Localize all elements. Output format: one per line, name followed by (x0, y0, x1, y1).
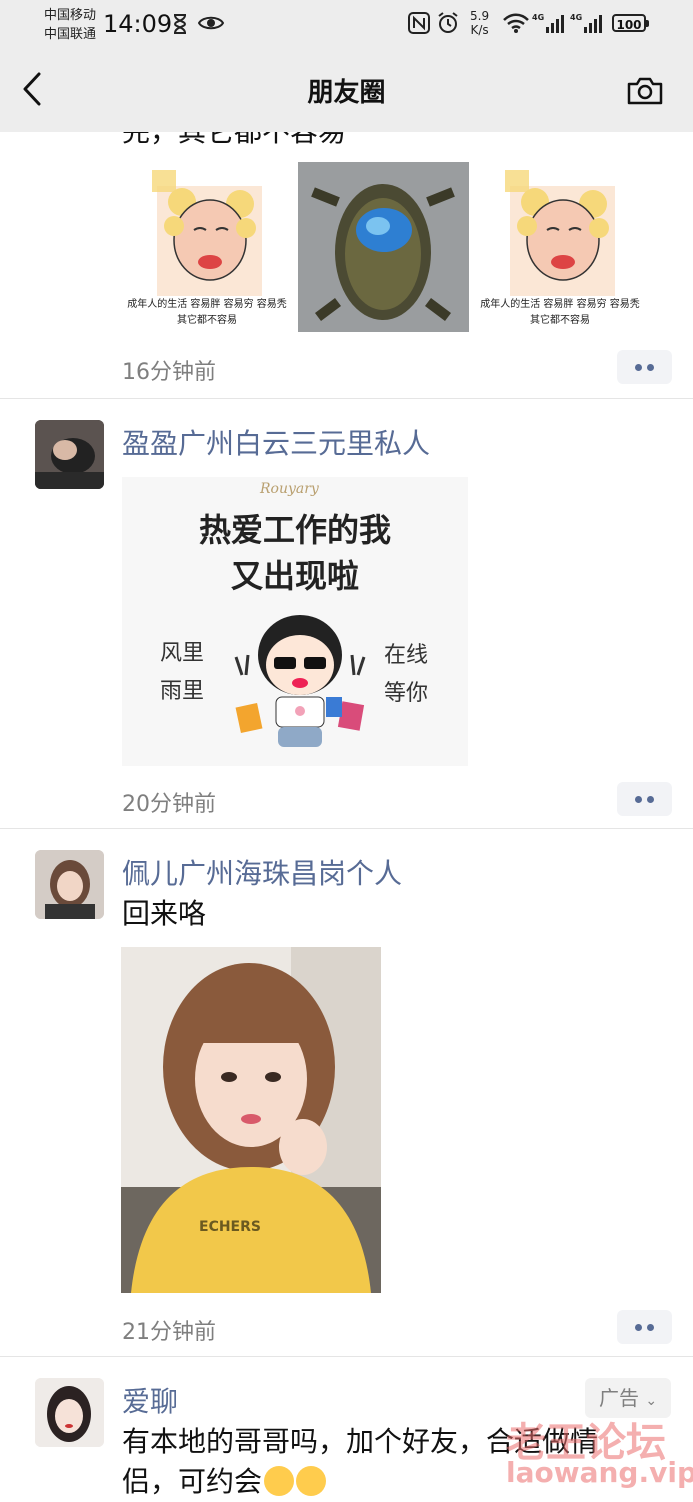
poster-name[interactable]: 爱聊 (122, 1380, 178, 1420)
camera-icon[interactable] (626, 76, 664, 106)
turtle-photo (298, 162, 469, 332)
svg-text:4G: 4G (532, 13, 544, 22)
battery-indicator: 100 (612, 14, 649, 32)
avatar[interactable] (35, 1378, 104, 1447)
avatar-photo (35, 1378, 104, 1447)
meme-caption: 成年人的生活 容易胖 容易穷 容易秃 (480, 299, 640, 310)
smiling-emoji-icon (264, 1466, 295, 1496)
post-timestamp: 16分钟前 (122, 360, 216, 385)
avatar[interactable] (35, 420, 104, 489)
net-speed-unit: K/s (470, 23, 489, 37)
poster-line-1: 热爱工作的我 (198, 511, 391, 549)
post-text: 回来咯 (122, 897, 207, 930)
post-image-poster[interactable]: Rouyary 热爱工作的我 又出现啦 风里 雨里 在线 等你 (122, 477, 468, 766)
poster-line-2: 又出现啦 (230, 557, 359, 595)
post-image-meme[interactable]: 成年人的生活 容易胖 容易穷 容易秃 其它都不容易 (122, 162, 292, 332)
avatar-photo (35, 850, 104, 919)
avatar[interactable] (35, 850, 104, 919)
poster-left-1: 风里 (160, 641, 205, 666)
net-speed-value: 5.9 (470, 9, 490, 23)
meme-caption: 成年人的生活 容易胖 容易穷 容易秃 (127, 299, 287, 310)
nav-bar: 朋友圈 (0, 48, 693, 132)
avatar-photo (35, 420, 104, 489)
poster-right-2: 等你 (384, 681, 429, 706)
post-timestamp: 21分钟前 (122, 1320, 216, 1345)
eye-icon (198, 16, 224, 30)
more-options-button[interactable] (617, 1310, 672, 1344)
ad-label: 广告 (598, 1386, 639, 1410)
alarm-icon (438, 12, 458, 33)
page-title: 朋友圈 (307, 78, 386, 108)
svg-text:4G: 4G (570, 13, 582, 22)
hourglass-icon (173, 14, 187, 34)
shirt-print: ECHERS (199, 1219, 261, 1235)
poster-brand: Rouyary (260, 481, 319, 497)
post-image-turtle[interactable] (298, 162, 469, 332)
poster-name[interactable]: 盈盈广州白云三元里私人 (122, 422, 430, 462)
poster-left-2: 雨里 (160, 679, 205, 704)
poster-right-1: 在线 (384, 643, 429, 668)
divider (0, 398, 693, 399)
carrier-labels: 中国移动 中国联通 (44, 6, 96, 44)
chevron-down-icon: ⌄ (645, 1393, 658, 1409)
clock: 14:09 (103, 10, 173, 38)
nfc-icon (408, 12, 430, 34)
post-timestamp: 20分钟前 (122, 792, 216, 817)
watermark-url: laowang.vip (506, 1456, 693, 1489)
selfie-photo (121, 947, 381, 1293)
more-options-button[interactable] (617, 782, 672, 816)
signal-icon-1: 4G (532, 13, 564, 33)
carrier-1: 中国移动 (44, 8, 97, 23)
divider (0, 828, 693, 829)
signal-icon-2: 4G (570, 13, 602, 33)
post-image-selfie[interactable]: ECHERS (121, 947, 381, 1293)
smiling-emoji-icon (296, 1466, 327, 1496)
net-speed: 5.9 K/s (470, 9, 489, 37)
post-image-meme[interactable]: 成年人的生活 容易胖 容易穷 容易秃 其它都不容易 (475, 162, 645, 332)
divider (0, 1356, 693, 1357)
more-options-button[interactable] (617, 350, 672, 384)
meme-caption: 其它都不容易 (177, 315, 237, 326)
cartoon-girl-illustration (234, 615, 366, 747)
status-bar: 中国移动 中国联通 14:09 5.9 K/s 4G 4G 100 (0, 0, 693, 48)
poster-name[interactable]: 佩儿广州海珠昌岗个人 (122, 852, 402, 892)
meme-caption: 其它都不容易 (530, 315, 590, 326)
wifi-icon (503, 13, 529, 33)
carrier-2: 中国联通 (44, 27, 97, 42)
